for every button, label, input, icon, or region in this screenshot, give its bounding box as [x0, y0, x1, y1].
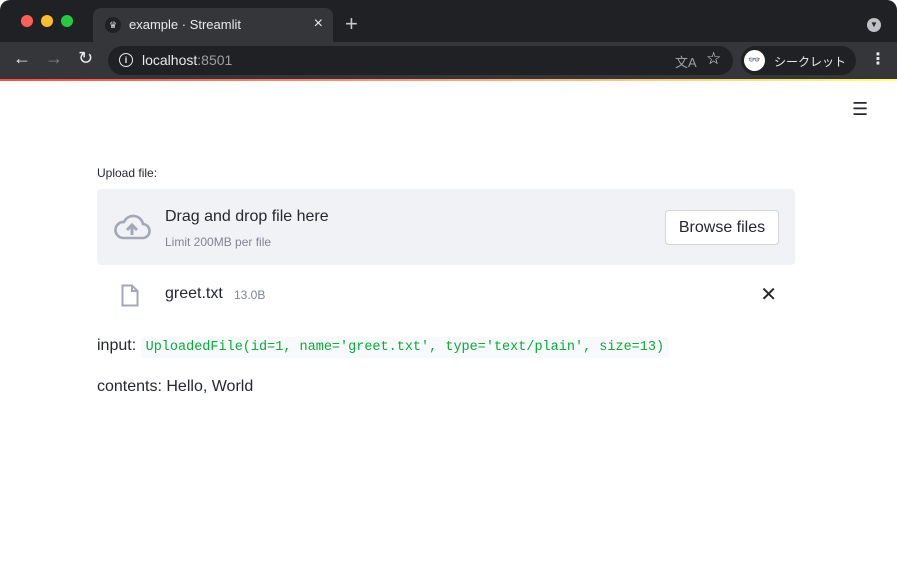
info-icon[interactable]: i	[119, 53, 133, 67]
cloud-upload-icon	[114, 214, 151, 240]
incognito-badge[interactable]: 👓 シークレット	[741, 46, 856, 75]
hamburger-menu-icon[interactable]: ☰	[852, 99, 868, 120]
close-tab-icon[interactable]: ×	[314, 15, 323, 33]
input-line: input: UploadedFile(id=1, name='greet.tx…	[97, 337, 670, 358]
dropzone-limit: Limit 200MB per file	[165, 235, 272, 249]
uploaded-file-item: greet.txt 13.0B ✕	[97, 280, 795, 310]
minimize-window-button[interactable]	[41, 15, 53, 27]
incognito-icon: 👓	[744, 50, 765, 71]
url-text: localhost:8501	[142, 52, 233, 68]
browser-toolbar: ← → ↻ i localhost:8501 文A ☆ 👓 シークレット ⋮	[0, 42, 897, 79]
uploader-label: Upload file:	[97, 166, 158, 180]
forward-icon[interactable]: →	[45, 48, 63, 69]
file-icon	[121, 284, 139, 307]
new-tab-button[interactable]: +	[345, 11, 358, 37]
file-dropzone[interactable]: Drag and drop file here Limit 200MB per …	[97, 189, 795, 265]
tab-search-icon[interactable]: ▼	[867, 18, 881, 32]
tab-title: example · Streamlit	[129, 17, 241, 32]
more-menu-icon[interactable]: ⋮	[870, 49, 886, 69]
input-label: input:	[97, 337, 137, 354]
translate-icon[interactable]: 文A	[675, 52, 697, 71]
streamlit-favicon-icon: ♛	[105, 17, 121, 33]
browse-files-button[interactable]: Browse files	[665, 210, 779, 245]
bookmark-star-icon[interactable]: ☆	[706, 49, 721, 69]
file-name: greet.txt	[165, 285, 223, 302]
address-bar[interactable]: i localhost:8501 文A ☆	[108, 46, 733, 75]
back-icon[interactable]: ←	[13, 48, 31, 69]
reload-icon[interactable]: ↻	[78, 48, 93, 69]
browser-tab[interactable]: ♛ example · Streamlit ×	[93, 8, 333, 42]
dropzone-title: Drag and drop file here	[165, 208, 329, 225]
browser-chrome: ♛ example · Streamlit × + ▼ ← → ↻ i loca…	[0, 0, 897, 80]
remove-file-icon[interactable]: ✕	[760, 282, 777, 307]
close-window-button[interactable]	[21, 15, 33, 27]
incognito-label: シークレット	[774, 55, 847, 69]
file-size: 13.0B	[234, 288, 266, 302]
maximize-window-button[interactable]	[61, 15, 73, 27]
input-value-code: UploadedFile(id=1, name='greet.txt', typ…	[140, 337, 670, 358]
streamlit-decoration-bar	[0, 79, 897, 81]
contents-text: contents: Hello, World	[97, 378, 254, 395]
